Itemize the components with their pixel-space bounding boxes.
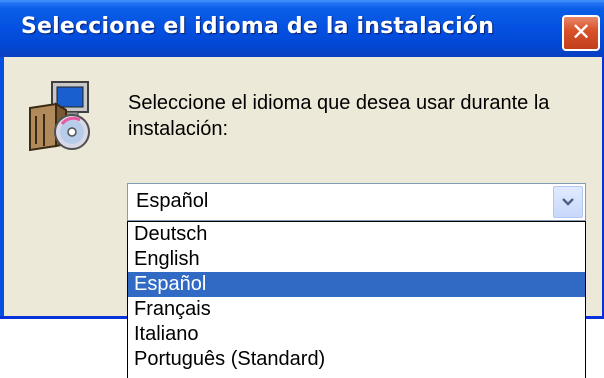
language-option[interactable]: English bbox=[128, 247, 585, 272]
window-title: Seleccione el idioma de la instalación bbox=[21, 14, 495, 39]
language-option[interactable]: Français bbox=[128, 297, 585, 322]
language-option[interactable]: Deutsch bbox=[128, 222, 585, 247]
close-button[interactable]: ✕ bbox=[562, 15, 600, 51]
instruction-text: Seleccione el idioma que desea usar dura… bbox=[128, 92, 550, 140]
language-option-selected[interactable]: Español bbox=[128, 272, 585, 297]
language-listbox[interactable]: Deutsch English Español Français Italian… bbox=[127, 221, 586, 378]
chevron-down-icon bbox=[562, 198, 574, 206]
window-left-border bbox=[0, 57, 4, 318]
title-bar[interactable]: Seleccione el idioma de la instalación ✕ bbox=[0, 0, 604, 57]
dropdown-selected-value: Español bbox=[136, 190, 209, 212]
close-icon: ✕ bbox=[570, 18, 592, 46]
language-option[interactable]: Português (Standard) bbox=[128, 347, 585, 372]
language-dropdown[interactable]: Español bbox=[127, 183, 586, 221]
dropdown-toggle-button[interactable] bbox=[553, 186, 583, 218]
installer-cd-icon bbox=[22, 80, 98, 152]
language-option[interactable]: Italiano bbox=[128, 322, 585, 347]
